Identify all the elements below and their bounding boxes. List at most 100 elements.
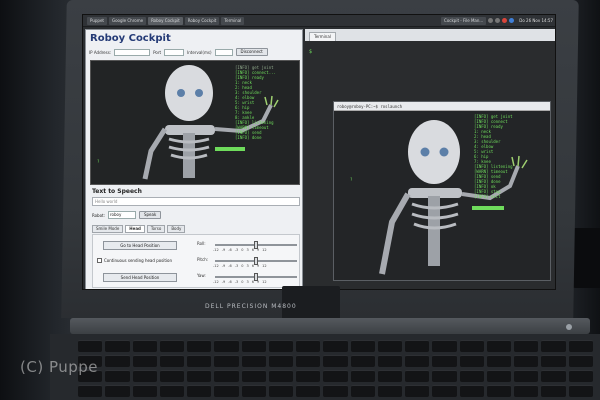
taskbar-task[interactable]: Cockpit - File Man... (441, 16, 487, 25)
send-head-position-button[interactable]: Send Head Position (103, 273, 177, 282)
camera-window-titlebar[interactable]: roboy@roboy-PC:~$ roslaunch (334, 102, 550, 111)
key[interactable] (377, 355, 403, 367)
key[interactable] (459, 370, 484, 382)
key[interactable] (350, 340, 375, 352)
key[interactable] (350, 385, 375, 397)
pitch-slider[interactable] (215, 257, 297, 265)
key[interactable] (350, 370, 375, 382)
taskbar-task[interactable]: Puppet (87, 16, 107, 25)
key[interactable] (187, 385, 212, 397)
key[interactable] (486, 340, 512, 352)
key[interactable] (514, 355, 539, 367)
key[interactable] (296, 385, 321, 397)
key[interactable] (78, 385, 103, 397)
key[interactable] (568, 370, 593, 382)
key[interactable] (405, 385, 430, 397)
key[interactable] (214, 340, 239, 352)
port-field[interactable] (164, 48, 185, 56)
key[interactable] (132, 340, 157, 352)
key[interactable] (405, 340, 430, 352)
key[interactable] (568, 355, 593, 367)
tab-torso[interactable]: Torso (146, 225, 166, 233)
key[interactable] (459, 355, 484, 367)
key[interactable] (432, 370, 457, 382)
key[interactable] (486, 385, 512, 397)
key[interactable] (541, 385, 566, 397)
key[interactable] (432, 340, 457, 352)
continuous-checkbox[interactable] (97, 258, 102, 263)
key[interactable] (541, 340, 566, 352)
power-icon[interactable] (566, 324, 572, 330)
key[interactable] (377, 370, 403, 382)
robot-select[interactable]: roboy (107, 211, 136, 219)
key[interactable] (568, 385, 593, 397)
key[interactable] (296, 340, 321, 352)
key[interactable] (187, 355, 212, 367)
key[interactable] (105, 385, 130, 397)
key[interactable] (541, 355, 566, 367)
key[interactable] (187, 340, 212, 352)
taskbar-task[interactable]: Roboy Cockpit (184, 16, 220, 25)
key[interactable] (187, 370, 212, 382)
key[interactable] (350, 355, 375, 367)
key[interactable] (296, 370, 321, 382)
key[interactable] (268, 385, 294, 397)
key[interactable] (214, 385, 239, 397)
key[interactable] (432, 355, 457, 367)
key[interactable] (214, 355, 239, 367)
key[interactable] (486, 355, 512, 367)
key[interactable] (486, 370, 512, 382)
key[interactable] (323, 355, 348, 367)
key[interactable] (241, 370, 266, 382)
key[interactable] (214, 370, 239, 382)
key[interactable] (514, 340, 539, 352)
key[interactable] (241, 385, 266, 397)
yaw-slider[interactable] (215, 273, 297, 281)
key[interactable] (132, 355, 157, 367)
key[interactable] (459, 340, 484, 352)
key[interactable] (568, 340, 593, 352)
key[interactable] (105, 340, 130, 352)
record-icon[interactable] (502, 18, 508, 23)
tab-body[interactable]: Body (167, 225, 186, 233)
tab-terminal[interactable]: Terminal (309, 32, 336, 41)
key[interactable] (268, 355, 294, 367)
key[interactable] (541, 370, 566, 382)
key[interactable] (268, 340, 294, 352)
disconnect-button[interactable]: Disconnect (235, 48, 268, 56)
tts-input[interactable]: Hello world (92, 197, 300, 206)
speak-button[interactable]: Speak (138, 211, 162, 219)
key[interactable] (132, 370, 157, 382)
key[interactable] (268, 370, 294, 382)
key[interactable] (159, 340, 185, 352)
taskbar-task[interactable]: Roboy Cockpit (148, 16, 183, 25)
key[interactable] (405, 355, 430, 367)
go-to-head-position-button[interactable]: Go to Head Position (103, 241, 177, 250)
key[interactable] (105, 370, 130, 382)
key[interactable] (405, 370, 430, 382)
tab-head[interactable]: Head (125, 225, 145, 233)
key[interactable] (323, 340, 348, 352)
key[interactable] (432, 385, 457, 397)
taskbar-task[interactable]: Google Chrome (108, 16, 147, 25)
key[interactable] (78, 340, 103, 352)
key[interactable] (132, 385, 157, 397)
ip-field[interactable] (114, 48, 151, 56)
interval-field[interactable] (214, 48, 233, 56)
network-icon[interactable] (509, 18, 515, 23)
key[interactable] (514, 385, 539, 397)
key[interactable] (159, 385, 185, 397)
key[interactable] (323, 385, 348, 397)
key[interactable] (105, 355, 130, 367)
key[interactable] (296, 355, 321, 367)
key[interactable] (459, 385, 484, 397)
tray-icon[interactable] (488, 18, 494, 23)
tab-smile-mode[interactable]: Smile Mode (92, 225, 124, 233)
key[interactable] (159, 355, 185, 367)
key[interactable] (377, 340, 403, 352)
key[interactable] (323, 370, 348, 382)
roll-slider[interactable] (215, 241, 297, 249)
key[interactable] (241, 355, 266, 367)
key[interactable] (377, 385, 403, 397)
key[interactable] (159, 370, 185, 382)
